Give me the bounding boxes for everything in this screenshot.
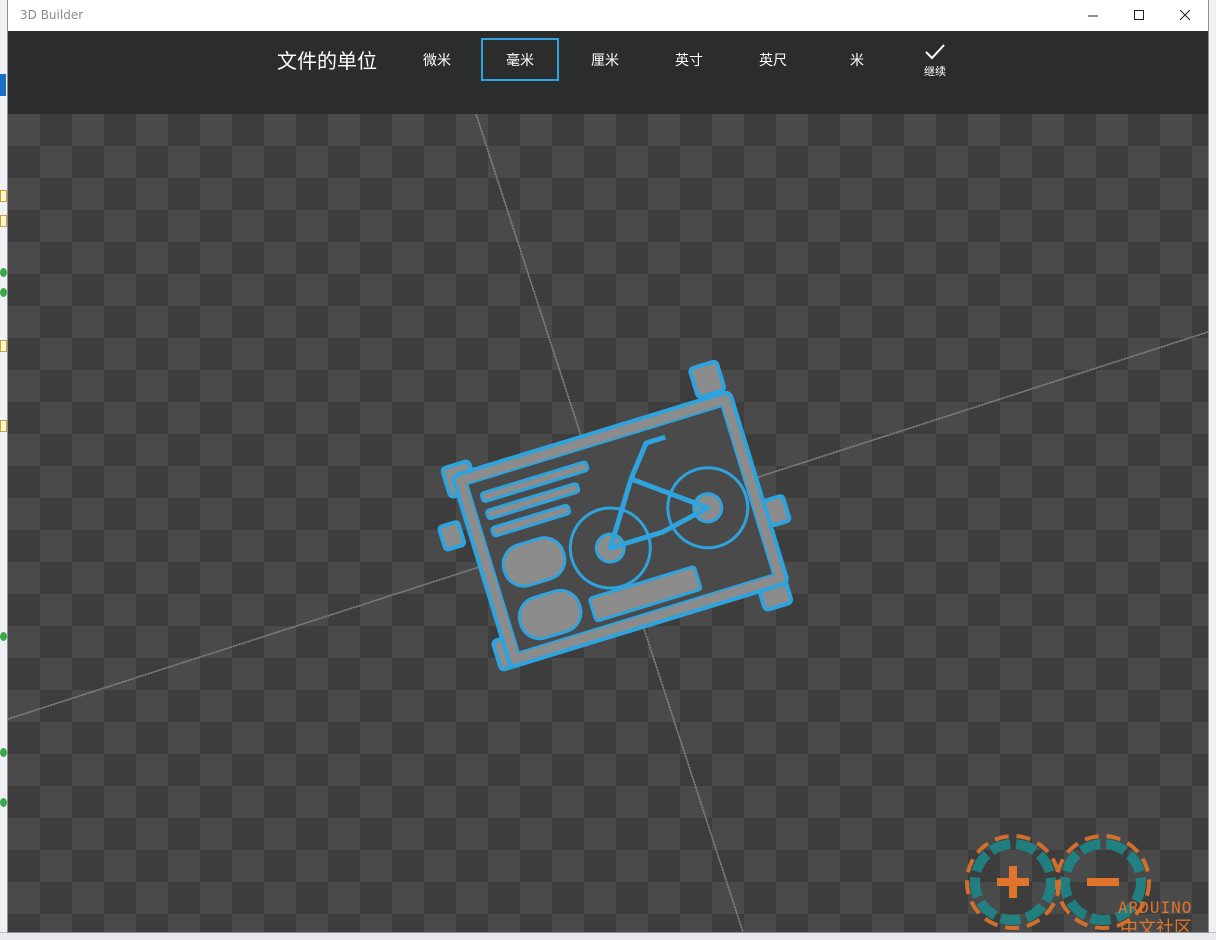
- scene-canvas: [8, 114, 1208, 932]
- unit-inch-button[interactable]: 英寸: [650, 38, 728, 81]
- unit-millimeter-button[interactable]: 毫米: [481, 38, 559, 81]
- background-row: [0, 340, 7, 352]
- background-status-icon: [0, 288, 7, 297]
- continue-button[interactable]: 继续: [905, 43, 965, 93]
- minimize-button[interactable]: [1070, 0, 1116, 31]
- background-app-edge-right: [1208, 0, 1216, 940]
- background-row: [0, 215, 7, 227]
- background-status-icon: [0, 748, 7, 757]
- maximize-icon: [1133, 10, 1144, 20]
- unit-selection-bar: 文件的单位 微米 毫米 厘米 英寸 英尺 米 继续: [8, 31, 1208, 114]
- model-bicycle-kit: [437, 359, 794, 672]
- checkmark-icon: [925, 44, 945, 60]
- background-app-edge: [0, 0, 8, 940]
- unit-meter-button[interactable]: 米: [818, 38, 896, 81]
- background-taskbar-edge: [0, 932, 1216, 940]
- background-status-icon: [0, 798, 7, 807]
- background-tab: [0, 74, 6, 96]
- unit-foot-button[interactable]: 英尺: [734, 38, 812, 81]
- maximize-button[interactable]: [1116, 0, 1162, 31]
- unit-centimeter-button[interactable]: 厘米: [566, 38, 644, 81]
- page-title: 文件的单位: [277, 49, 377, 73]
- title-bar: 3D Builder: [8, 0, 1208, 31]
- background-status-icon: [0, 268, 7, 277]
- close-button[interactable]: [1162, 0, 1208, 31]
- app-window: 3D Builder 文件的单位 微米 毫米 厘米 英寸 英尺 米 继续 ARD…: [8, 0, 1208, 932]
- background-status-icon: [0, 632, 7, 641]
- window-title: 3D Builder: [20, 8, 84, 22]
- continue-label: 继续: [924, 65, 946, 78]
- 3d-viewport[interactable]: ARDUINO 中文社区: [8, 114, 1208, 932]
- minimize-icon: [1087, 15, 1098, 17]
- background-row: [0, 420, 7, 432]
- watermark-subtext: 中文社区: [1120, 918, 1192, 932]
- close-icon: [1179, 10, 1190, 21]
- unit-micrometer-button[interactable]: 微米: [398, 38, 476, 81]
- background-row: [0, 190, 7, 202]
